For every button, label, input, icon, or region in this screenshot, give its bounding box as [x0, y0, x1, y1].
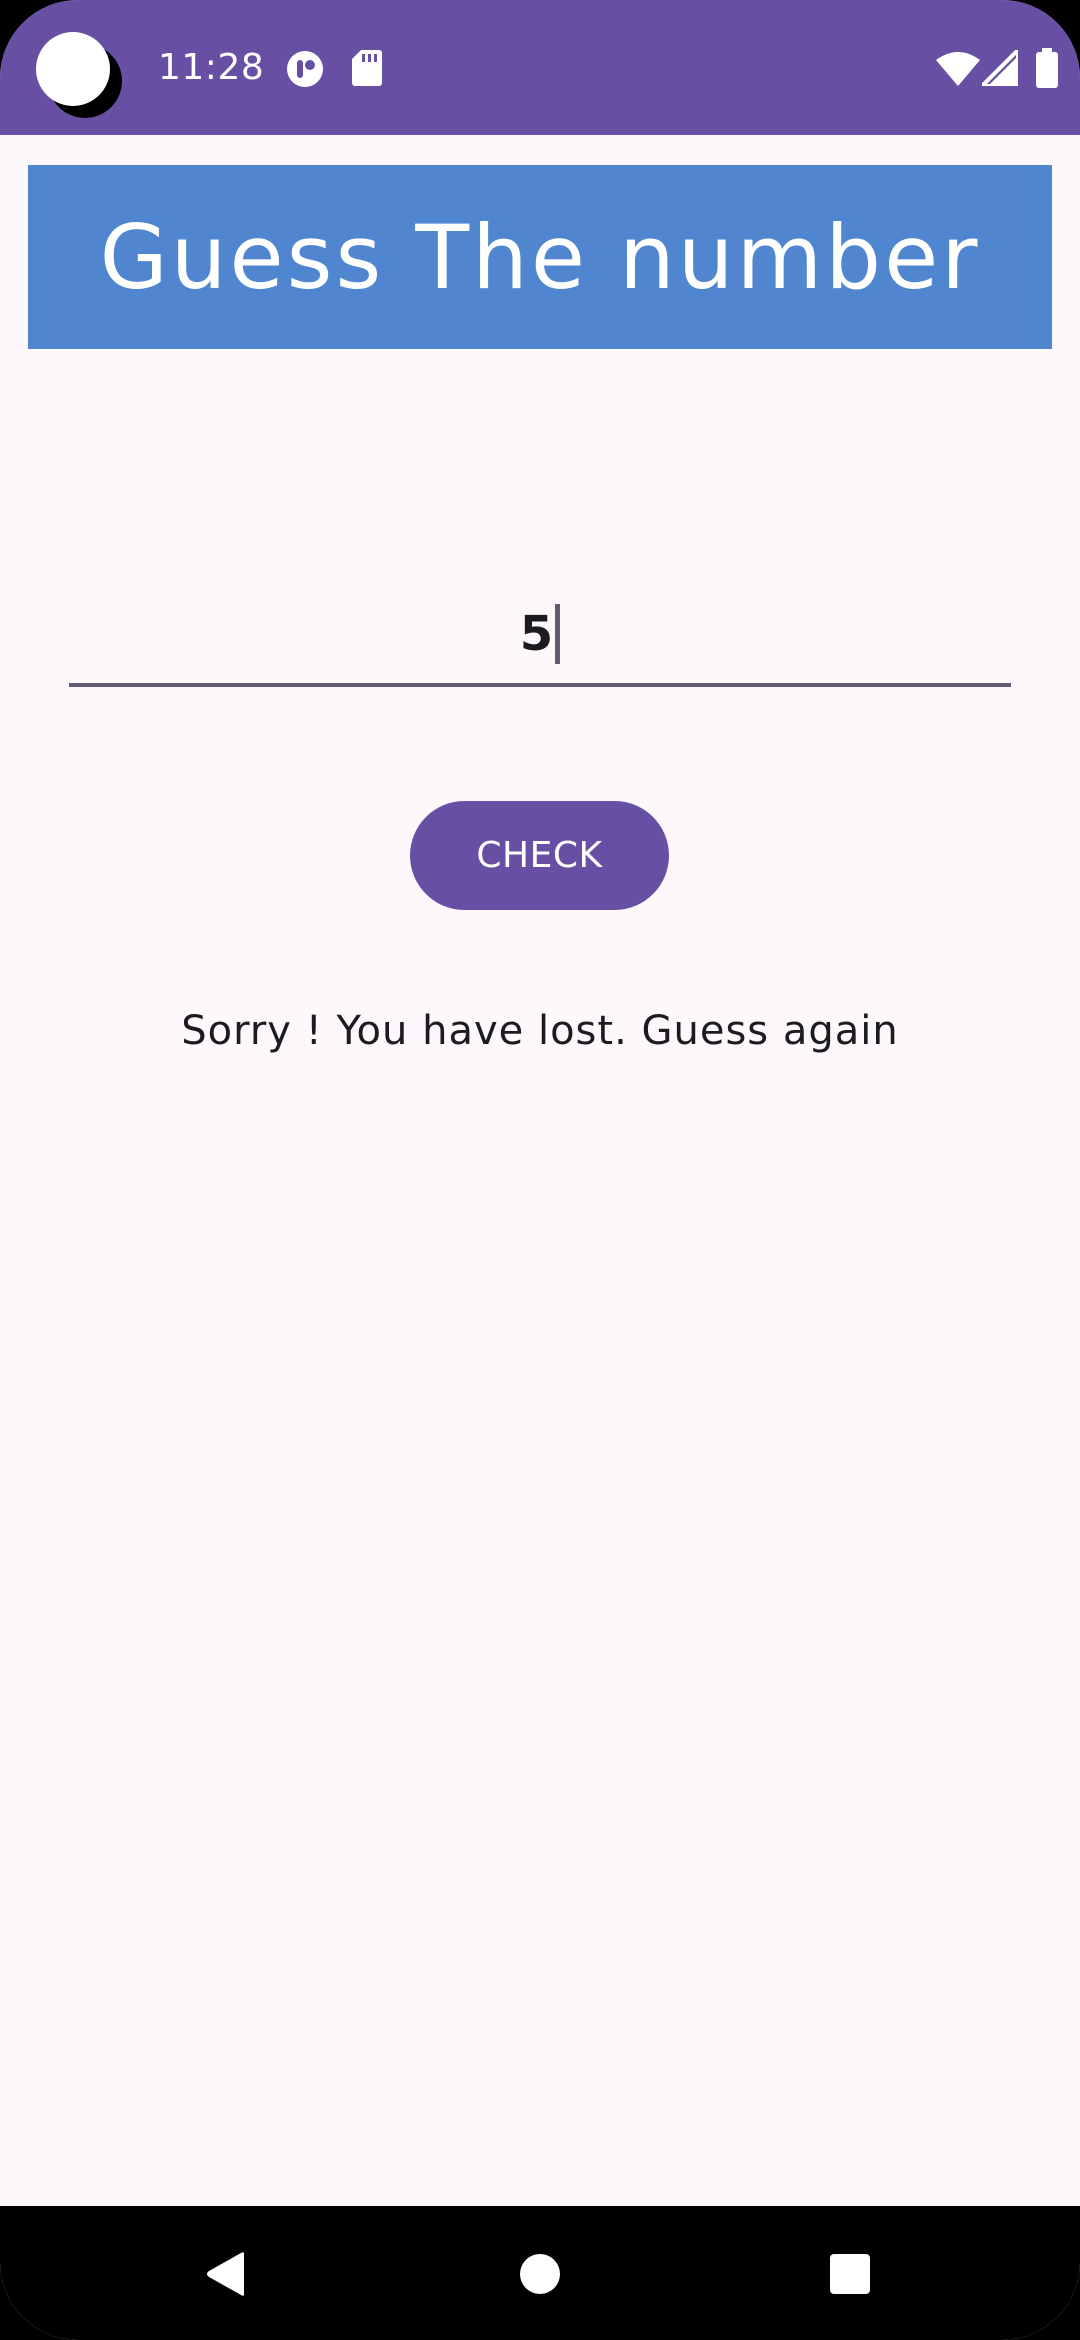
wifi-icon [936, 52, 980, 86]
app-title: Guess The number [99, 205, 981, 309]
signal-icon [982, 50, 1018, 86]
home-icon[interactable] [520, 2254, 560, 2294]
guess-input[interactable]: 5 [69, 585, 1011, 687]
app-screen: 11:28 Guess The number 5 CHECK Sorry ! Y… [0, 0, 1080, 2340]
back-icon[interactable] [204, 2251, 248, 2297]
status-bar: 11:28 [0, 0, 1080, 135]
text-cursor [555, 604, 561, 664]
result-message: Sorry ! You have lost. Guess again [181, 1008, 899, 1054]
title-banner: Guess The number [28, 165, 1052, 349]
battery-icon [1036, 48, 1058, 88]
notification-icon [287, 51, 323, 87]
check-button[interactable]: CHECK [410, 801, 669, 910]
sd-card-icon [352, 50, 382, 86]
recents-icon[interactable] [830, 2254, 870, 2294]
camera-cutout-icon [36, 32, 110, 106]
guess-input-value[interactable]: 5 [520, 604, 553, 664]
navigation-bar [0, 2206, 1080, 2340]
status-time: 11:28 [158, 47, 265, 88]
